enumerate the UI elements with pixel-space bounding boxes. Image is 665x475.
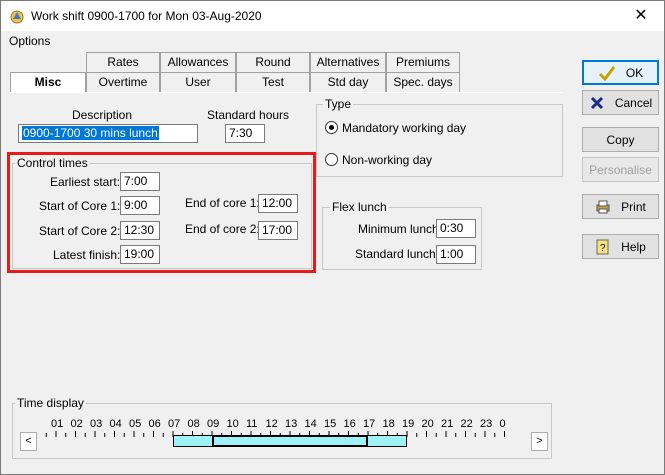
close-button[interactable]: ✕: [618, 1, 664, 31]
help-icon: ?: [596, 239, 609, 254]
hour-label: 22: [460, 418, 473, 430]
hour-label: 12: [265, 418, 278, 430]
hour-label: 13: [285, 418, 298, 430]
description-field[interactable]: 0900-1700 30 mins lunch: [18, 124, 198, 143]
tab-label: Alternatives: [316, 55, 380, 69]
svg-text:?: ?: [600, 243, 606, 254]
hour-label: 06: [148, 418, 161, 430]
hour-label: 23: [480, 418, 493, 430]
non-working-day-radio[interactable]: [325, 153, 338, 166]
standard-lunch-field[interactable]: 1:00: [436, 245, 476, 264]
hour-label: 04: [109, 418, 122, 430]
hour-label: 20: [421, 418, 434, 430]
tab-label: User: [185, 75, 211, 89]
hour-label: 19: [402, 418, 415, 430]
chevron-right-icon: >: [536, 435, 543, 447]
description-label: Description: [72, 108, 133, 122]
personalise-button[interactable]: Personalise: [582, 157, 659, 182]
tab-label: Spec. days: [393, 75, 453, 89]
printer-icon: [596, 200, 610, 213]
tab-label: Overtime: [98, 75, 148, 89]
print-button[interactable]: Print: [582, 194, 659, 219]
hour-label: 10: [226, 418, 239, 430]
hour-label: 09: [207, 418, 220, 430]
scroll-right-button[interactable]: >: [531, 432, 548, 451]
cancel-label: Cancel: [614, 95, 653, 110]
copy-label: Copy: [606, 132, 635, 147]
hour-label: 07: [168, 418, 181, 430]
tab-spec-days[interactable]: Spec. days: [386, 72, 460, 92]
non-working-day-label[interactable]: Non-working day: [342, 153, 432, 167]
copy-button[interactable]: Copy: [582, 127, 659, 152]
cancel-button[interactable]: Cancel: [582, 90, 659, 115]
hour-label: 08: [187, 418, 200, 430]
hour-label: 0: [499, 418, 506, 430]
tab-alternatives[interactable]: Alternatives: [310, 52, 386, 72]
hour-label: 11: [246, 418, 258, 430]
standard-hours-label: Standard hours: [207, 108, 290, 122]
hour-label: 03: [90, 418, 103, 430]
tab-content-frame: [10, 92, 563, 94]
time-display-title: Time display: [15, 396, 86, 410]
standard-hours-field[interactable]: 7:30: [225, 124, 265, 143]
description-value: 0900-1700 30 mins lunch: [22, 126, 159, 140]
hour-label: 15: [324, 418, 337, 430]
mandatory-working-day-radio[interactable]: [325, 121, 338, 134]
tab-rates[interactable]: Rates: [86, 52, 160, 72]
hour-label: 18: [382, 418, 395, 430]
radio-dot: [329, 125, 334, 130]
tab-label: Std day: [327, 75, 369, 89]
hour-label: 21: [441, 418, 454, 430]
print-label: Print: [621, 199, 646, 214]
minimum-lunch-field[interactable]: 0:30: [436, 219, 476, 238]
ok-label: OK: [625, 65, 644, 80]
ok-button[interactable]: OK: [582, 60, 659, 85]
hour-labels: 01 02 03 04 05 06 07 08 09 10 11 12 13 14 15 16 17 18 19 20…: [42, 418, 528, 432]
hour-label: 16: [343, 418, 356, 430]
hour-label: 02: [70, 418, 83, 430]
minimum-lunch-label: Minimum lunch:: [358, 222, 443, 236]
hour-label: 14: [304, 418, 317, 430]
tab-premiums[interactable]: Premiums: [386, 52, 460, 72]
hour-label: 01: [51, 418, 64, 430]
mandatory-working-day-label[interactable]: Mandatory working day: [342, 121, 466, 135]
standard-lunch-label: Standard lunch:: [355, 247, 440, 261]
hour-label: 05: [129, 418, 142, 430]
tab-label: Round: [255, 55, 291, 69]
menu-options[interactable]: Options: [9, 34, 50, 48]
tab-label: Rates: [107, 55, 139, 69]
hour-label: 17: [363, 418, 376, 430]
tab-allowances[interactable]: Allowances: [160, 52, 236, 72]
core-band: [212, 435, 368, 447]
personalise-label: Personalise: [589, 162, 652, 177]
tab-test[interactable]: Test: [236, 72, 310, 92]
cancel-x-icon: [590, 96, 603, 109]
tab-misc[interactable]: Misc: [10, 72, 86, 92]
highlight-box: [7, 152, 316, 273]
tab-label: Test: [261, 75, 284, 89]
tab-label: Misc: [34, 75, 62, 89]
tab-label: Premiums: [395, 55, 450, 69]
tab-std-day[interactable]: Std day: [310, 72, 386, 92]
checkmark-icon: [598, 65, 616, 81]
flex-lunch-title: Flex lunch: [330, 200, 389, 214]
close-icon: ✕: [634, 7, 648, 24]
help-label: Help: [621, 239, 646, 254]
tab-round[interactable]: Round: [236, 52, 310, 72]
title-bar: Work shift 0900-1700 for Mon 03-Aug-2020…: [0, 0, 665, 31]
type-group-title: Type: [323, 97, 354, 111]
window-title: Work shift 0900-1700 for Mon 03-Aug-2020: [31, 9, 262, 23]
scroll-left-button[interactable]: <: [20, 432, 37, 451]
app-icon: [10, 10, 24, 24]
tab-label: Allowances: [167, 55, 229, 69]
chevron-left-icon: <: [25, 435, 32, 447]
shift-timeline: [42, 435, 528, 447]
help-button[interactable]: ? Help: [582, 234, 659, 259]
tab-user[interactable]: User: [160, 72, 236, 92]
tab-overtime[interactable]: Overtime: [86, 72, 160, 92]
